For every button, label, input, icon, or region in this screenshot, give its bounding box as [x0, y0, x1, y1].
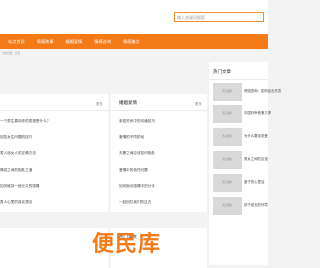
- hot-item-label: 孩子成长的环境: [244, 203, 268, 207]
- list-item[interactable]: 回答女生问题的技巧: [0, 129, 108, 145]
- thumbnail: 暂无图片: [213, 105, 242, 123]
- site-watermark-logo: 便民库: [92, 232, 162, 257]
- nav-item-love[interactable]: 婚姻爱情: [66, 39, 83, 45]
- divider: [111, 110, 207, 111]
- list-item[interactable]: 一起回忆我们的过去: [119, 194, 207, 210]
- more-link[interactable]: 更多: [96, 101, 103, 106]
- nav-item-home[interactable]: 站点首页: [8, 39, 25, 45]
- header: 输入关键词搜索: [0, 0, 268, 34]
- list-item[interactable]: 亲密关系中的沟通技巧: [119, 113, 207, 129]
- nav-item-consult[interactable]: 情感咨询: [94, 39, 111, 45]
- hot-item-label: 情感咨询：如何走出失恋: [244, 89, 282, 93]
- list-item[interactable]: 如何面对感情中的分手: [119, 178, 207, 194]
- article-list: 一个男生喜欢你的表现是什么？ 回答女生问题的技巧 男人追女人的正确方法 情侣之间…: [0, 113, 108, 210]
- list-item[interactable]: 如何维持一段长久的感情: [0, 178, 108, 194]
- divider: [209, 79, 268, 80]
- hot-item[interactable]: 暂无图片 中国好声音第几季: [213, 105, 271, 123]
- nav-item-essay[interactable]: 情感美文: [123, 39, 140, 45]
- hot-item-label: 中国好声音第几季: [244, 111, 272, 115]
- thumbnail: 暂无图片: [213, 174, 242, 192]
- hot-item-label: 男女之间的友谊: [244, 157, 268, 161]
- panel-title: 热门文章: [213, 70, 231, 75]
- thumbnail: 暂无图片: [213, 83, 242, 101]
- nav-item-story[interactable]: 情感故事: [37, 39, 54, 45]
- hot-item-label: 为什么要谈恋爱: [244, 134, 268, 138]
- hot-item-label: 妻子的心里话: [244, 180, 265, 184]
- thumbnail: 暂无图片: [213, 197, 242, 215]
- hot-item[interactable]: 暂无图片 男女之间的友谊: [213, 151, 268, 169]
- thumbnail: 暂无图片: [213, 151, 242, 169]
- list-item[interactable]: 爱情中的信任问题: [119, 162, 207, 178]
- search-input[interactable]: 输入关键词搜索: [174, 12, 264, 22]
- hot-item[interactable]: 暂无图片 情感咨询：如何走出失恋: [213, 83, 281, 101]
- hot-item[interactable]: 暂无图片 妻子的心里话: [213, 174, 267, 192]
- list-item[interactable]: 男人追女人的正确方法: [0, 145, 108, 161]
- breadcrumb: 当前位置：首页: [2, 52, 21, 55]
- thumbnail: 暂无图片: [213, 128, 242, 146]
- panel-title: 婚姻爱情: [119, 101, 137, 106]
- article-list: 亲密关系中的沟通技巧 爱情的不同阶段 夫妻之间应该如何相处 爱情中的信任问题 如…: [119, 113, 207, 210]
- middle-panel: 婚姻爱情 更多 亲密关系中的沟通技巧 爱情的不同阶段 夫妻之间应该如何相处 爱情…: [111, 94, 207, 212]
- more-link[interactable]: 更多: [195, 101, 202, 106]
- hot-item[interactable]: 暂无图片 孩子成长的环境: [213, 197, 268, 215]
- hot-item[interactable]: 暂无图片 为什么要谈恋爱: [213, 128, 268, 146]
- list-item[interactable]: 情侣之间的相处之道: [0, 162, 108, 178]
- list-item[interactable]: 爱情的不同阶段: [119, 129, 207, 145]
- list-item[interactable]: 夫妻之间应该如何相处: [119, 145, 207, 161]
- divider: [0, 110, 108, 111]
- main-nav: 站点首页 情感故事 婚姻爱情 情感咨询 情感美文: [0, 34, 268, 49]
- list-item[interactable]: 一个男生喜欢你的表现是什么？: [0, 113, 108, 129]
- list-item[interactable]: 男人心里的真实想法: [0, 194, 108, 210]
- left-panel: 更多 一个男生喜欢你的表现是什么？ 回答女生问题的技巧 男人追女人的正确方法 情…: [0, 94, 108, 212]
